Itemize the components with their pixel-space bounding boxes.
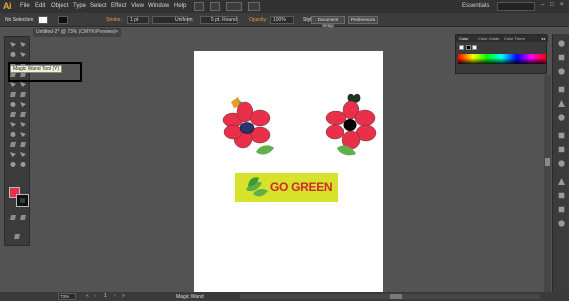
banner-leaves-overlay	[246, 177, 268, 197]
banner-text: GO GREEN	[270, 180, 333, 194]
